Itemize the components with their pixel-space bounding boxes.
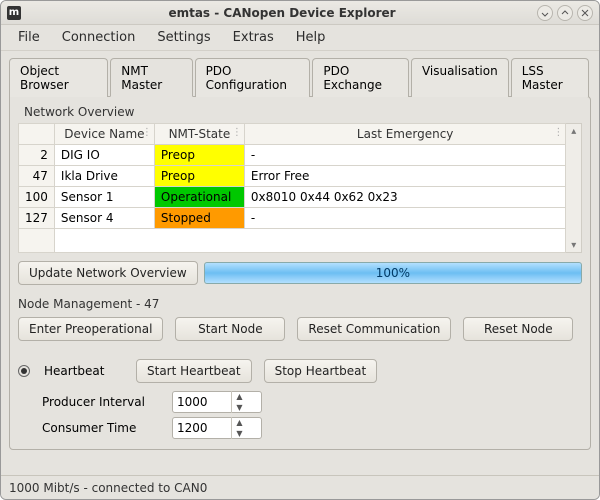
col-id[interactable]	[19, 124, 55, 145]
consumer-time-stepper[interactable]: ▲▼	[172, 417, 262, 439]
menu-settings[interactable]: Settings	[148, 27, 219, 48]
cell-id: 47	[19, 166, 55, 187]
chevron-down-icon[interactable]: ▼	[232, 402, 247, 413]
cell-last-emergency: -	[244, 145, 566, 166]
app-icon: m	[7, 6, 21, 20]
reset-node-button[interactable]: Reset Node	[463, 317, 573, 341]
enter-preoperational-button[interactable]: Enter Preoperational	[18, 317, 163, 341]
table-row[interactable]: 100Sensor 1Operational0x8010 0x44 0x62 0…	[19, 187, 566, 208]
consumer-time-input[interactable]	[173, 421, 231, 435]
cell-last-emergency: -	[244, 208, 566, 229]
col-device-name[interactable]: Device Name⋮	[54, 124, 154, 145]
heartbeat-radio[interactable]	[18, 365, 30, 377]
tab-pdo-config[interactable]: PDO Configuration	[195, 58, 311, 97]
network-overview-table: Device Name⋮ NMT-State⋮ Last Emergency⋮ …	[18, 123, 566, 253]
start-heartbeat-button[interactable]: Start Heartbeat	[136, 359, 252, 383]
node-management-label: Node Management - 47	[18, 297, 582, 311]
producer-interval-stepper[interactable]: ▲▼	[172, 391, 262, 413]
cell-id: 100	[19, 187, 55, 208]
cell-id: 127	[19, 208, 55, 229]
close-button[interactable]	[577, 5, 593, 21]
maximize-button[interactable]	[557, 5, 573, 21]
tab-panel-nmt-master: Network Overview Device Name⋮ NMT-State⋮…	[9, 96, 591, 450]
cell-nmt-state: Stopped	[154, 208, 244, 229]
scroll-up-icon[interactable]: ▴	[566, 124, 581, 138]
menu-file[interactable]: File	[9, 27, 49, 48]
chevron-down-icon[interactable]: ▼	[232, 428, 247, 439]
app-window: m emtas - CANopen Device Explorer File C…	[0, 0, 600, 500]
cell-device-name: Ikla Drive	[54, 166, 154, 187]
cell-id: 2	[19, 145, 55, 166]
cell-last-emergency: 0x8010 0x44 0x62 0x23	[244, 187, 566, 208]
heartbeat-label: Heartbeat	[44, 364, 124, 378]
network-overview-label: Network Overview	[24, 105, 582, 119]
scroll-down-icon[interactable]: ▾	[566, 238, 581, 252]
cell-last-emergency: Error Free	[244, 166, 566, 187]
cell-nmt-state: Preop	[154, 166, 244, 187]
menu-connection[interactable]: Connection	[53, 27, 145, 48]
cell-device-name: Sensor 4	[54, 208, 154, 229]
consumer-time-label: Consumer Time	[42, 421, 172, 435]
menu-help[interactable]: Help	[287, 27, 335, 48]
status-bar: 1000 Mibt/s - connected to CAN0	[1, 475, 599, 499]
network-overview-table-wrap: Device Name⋮ NMT-State⋮ Last Emergency⋮ …	[18, 123, 582, 253]
col-nmt-state[interactable]: NMT-State⋮	[154, 124, 244, 145]
producer-interval-input[interactable]	[173, 395, 231, 409]
title-bar: m emtas - CANopen Device Explorer	[1, 1, 599, 25]
table-row[interactable]: 2DIG IOPreop-	[19, 145, 566, 166]
table-row[interactable]: 47Ikla DrivePreopError Free	[19, 166, 566, 187]
status-text: 1000 Mibt/s - connected to CAN0	[9, 481, 207, 495]
reset-communication-button[interactable]: Reset Communication	[297, 317, 451, 341]
cell-device-name: DIG IO	[54, 145, 154, 166]
chevron-up-icon[interactable]: ▲	[232, 417, 247, 428]
minimize-button[interactable]	[537, 5, 553, 21]
cell-device-name: Sensor 1	[54, 187, 154, 208]
cell-nmt-state: Preop	[154, 145, 244, 166]
start-node-button[interactable]: Start Node	[175, 317, 285, 341]
tab-pdo-exchange[interactable]: PDO Exchange	[312, 58, 409, 97]
table-row[interactable]: 127Sensor 4Stopped-	[19, 208, 566, 229]
tab-lss-master[interactable]: LSS Master	[511, 58, 589, 97]
window-controls	[537, 5, 593, 21]
col-last-emergency[interactable]: Last Emergency⋮	[244, 124, 566, 145]
tab-visualisation[interactable]: Visualisation	[411, 58, 509, 97]
table-scrollbar[interactable]: ▴ ▾	[566, 123, 582, 253]
update-network-overview-button[interactable]: Update Network Overview	[18, 261, 198, 285]
menu-bar: File Connection Settings Extras Help	[1, 25, 599, 51]
content-area: Object Browser NMT Master PDO Configurat…	[1, 51, 599, 475]
tab-bar: Object Browser NMT Master PDO Configurat…	[9, 57, 591, 96]
chevron-up-icon[interactable]: ▲	[232, 391, 247, 402]
producer-interval-label: Producer Interval	[42, 395, 172, 409]
progress-bar: 100%	[204, 262, 582, 284]
window-title: emtas - CANopen Device Explorer	[27, 6, 537, 20]
stop-heartbeat-button[interactable]: Stop Heartbeat	[264, 359, 378, 383]
cell-nmt-state: Operational	[154, 187, 244, 208]
tab-nmt-master[interactable]: NMT Master	[110, 58, 192, 97]
tab-object-browser[interactable]: Object Browser	[9, 58, 108, 97]
menu-extras[interactable]: Extras	[224, 27, 283, 48]
